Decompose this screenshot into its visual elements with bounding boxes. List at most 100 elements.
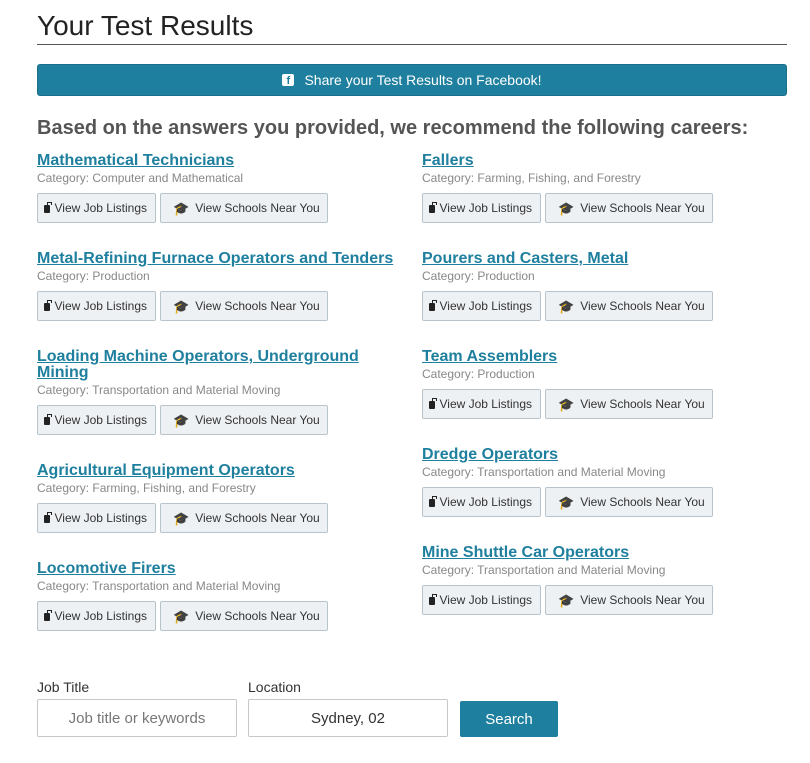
view-schools-label: View Schools Near You: [580, 299, 705, 313]
career-category: Category: Production: [422, 367, 535, 381]
view-schools-button[interactable]: 🎓 View Schools Near You: [160, 503, 328, 533]
view-schools-label: View Schools Near You: [195, 201, 320, 215]
view-schools-label: View Schools Near You: [195, 413, 320, 427]
view-job-listings-label: View Job Listings: [439, 201, 533, 215]
view-schools-label: View Schools Near You: [195, 511, 320, 525]
briefcase-icon: [44, 512, 52, 523]
view-job-listings-button[interactable]: View Job Listings: [422, 585, 541, 615]
facebook-share-label: Share your Test Results on Facebook!: [304, 72, 542, 88]
career-category: Category: Transportation and Material Mo…: [422, 563, 666, 577]
career-card: Dredge Operators Category: Transportatio…: [422, 447, 792, 517]
career-title-link[interactable]: Mine Shuttle Car Operators: [422, 545, 792, 561]
view-job-listings-label: View Job Listings: [54, 201, 148, 215]
location-label: Location: [248, 679, 301, 695]
career-category: Category: Production: [422, 269, 535, 283]
view-schools-button[interactable]: 🎓 View Schools Near You: [545, 585, 713, 615]
view-job-listings-label: View Job Listings: [54, 609, 148, 623]
briefcase-icon: [429, 202, 437, 213]
view-job-listings-label: View Job Listings: [54, 511, 148, 525]
briefcase-icon: [429, 300, 437, 311]
career-category: Category: Farming, Fishing, and Forestry: [37, 481, 256, 495]
graduation-cap-icon: 🎓: [173, 412, 190, 428]
career-category: Category: Transportation and Material Mo…: [37, 579, 281, 593]
career-card: Loading Machine Operators, Underground M…: [37, 349, 397, 435]
career-card: Locomotive Firers Category: Transportati…: [37, 561, 407, 631]
view-job-listings-button[interactable]: View Job Listings: [37, 601, 156, 631]
graduation-cap-icon: 🎓: [173, 200, 190, 216]
career-title-link[interactable]: Pourers and Casters, Metal: [422, 251, 792, 267]
graduation-cap-icon: 🎓: [558, 396, 575, 412]
career-category: Category: Farming, Fishing, and Forestry: [422, 171, 641, 185]
career-card: Mathematical Technicians Category: Compu…: [37, 153, 407, 223]
view-job-listings-button[interactable]: View Job Listings: [422, 389, 541, 419]
career-category: Category: Transportation and Material Mo…: [422, 465, 666, 479]
career-card: Mine Shuttle Car Operators Category: Tra…: [422, 545, 792, 615]
view-schools-button[interactable]: 🎓 View Schools Near You: [545, 193, 713, 223]
graduation-cap-icon: 🎓: [173, 510, 190, 526]
view-schools-label: View Schools Near You: [580, 201, 705, 215]
view-job-listings-button[interactable]: View Job Listings: [37, 503, 156, 533]
career-title-link[interactable]: Team Assemblers: [422, 349, 792, 365]
page-title: Your Test Results: [37, 10, 787, 45]
career-card: Agricultural Equipment Operators Categor…: [37, 463, 407, 533]
graduation-cap-icon: 🎓: [558, 298, 575, 314]
view-schools-button[interactable]: 🎓 View Schools Near You: [545, 291, 713, 321]
briefcase-icon: [44, 610, 52, 621]
graduation-cap-icon: 🎓: [173, 608, 190, 624]
view-schools-label: View Schools Near You: [580, 397, 705, 411]
facebook-share-button[interactable]: f Share your Test Results on Facebook!: [37, 64, 787, 96]
briefcase-icon: [429, 398, 437, 409]
view-schools-label: View Schools Near You: [195, 609, 320, 623]
view-job-listings-label: View Job Listings: [54, 299, 148, 313]
career-title-link[interactable]: Dredge Operators: [422, 447, 792, 463]
job-title-label: Job Title: [37, 679, 90, 695]
career-card: Team Assemblers Category: Production Vie…: [422, 349, 792, 419]
view-schools-button[interactable]: 🎓 View Schools Near You: [160, 601, 328, 631]
career-title-link[interactable]: Metal-Refining Furnace Operators and Ten…: [37, 251, 407, 267]
facebook-icon: f: [282, 74, 295, 87]
briefcase-icon: [44, 300, 52, 311]
view-schools-label: View Schools Near You: [195, 299, 320, 313]
view-job-listings-label: View Job Listings: [439, 299, 533, 313]
view-job-listings-label: View Job Listings: [439, 397, 533, 411]
career-title-link[interactable]: Loading Machine Operators, Underground M…: [37, 349, 397, 381]
career-card: Metal-Refining Furnace Operators and Ten…: [37, 251, 407, 321]
view-schools-button[interactable]: 🎓 View Schools Near You: [160, 291, 328, 321]
job-title-input[interactable]: [37, 699, 237, 737]
graduation-cap-icon: 🎓: [173, 298, 190, 314]
view-job-listings-button[interactable]: View Job Listings: [422, 291, 541, 321]
view-job-listings-button[interactable]: View Job Listings: [37, 291, 156, 321]
briefcase-icon: [44, 414, 52, 425]
view-job-listings-button[interactable]: View Job Listings: [422, 487, 541, 517]
career-card: Fallers Category: Farming, Fishing, and …: [422, 153, 792, 223]
view-schools-button[interactable]: 🎓 View Schools Near You: [545, 389, 713, 419]
career-card: Pourers and Casters, Metal Category: Pro…: [422, 251, 792, 321]
view-schools-button[interactable]: 🎓 View Schools Near You: [160, 193, 328, 223]
location-input[interactable]: [248, 699, 448, 737]
briefcase-icon: [44, 202, 52, 213]
career-title-link[interactable]: Mathematical Technicians: [37, 153, 407, 169]
recommend-heading: Based on the answers you provided, we re…: [37, 117, 749, 139]
briefcase-icon: [429, 594, 437, 605]
view-job-listings-label: View Job Listings: [439, 495, 533, 509]
briefcase-icon: [429, 496, 437, 507]
graduation-cap-icon: 🎓: [558, 200, 575, 216]
view-schools-label: View Schools Near You: [580, 495, 705, 509]
view-job-listings-label: View Job Listings: [54, 413, 148, 427]
view-job-listings-label: View Job Listings: [439, 593, 533, 607]
graduation-cap-icon: 🎓: [558, 592, 575, 608]
view-schools-button[interactable]: 🎓 View Schools Near You: [545, 487, 713, 517]
search-button[interactable]: Search: [460, 701, 558, 737]
career-category: Category: Production: [37, 269, 150, 283]
view-schools-label: View Schools Near You: [580, 593, 705, 607]
career-title-link[interactable]: Fallers: [422, 153, 792, 169]
career-title-link[interactable]: Locomotive Firers: [37, 561, 407, 577]
graduation-cap-icon: 🎓: [558, 494, 575, 510]
view-schools-button[interactable]: 🎓 View Schools Near You: [160, 405, 328, 435]
career-category: Category: Computer and Mathematical: [37, 171, 244, 185]
career-category: Category: Transportation and Material Mo…: [37, 383, 281, 397]
career-title-link[interactable]: Agricultural Equipment Operators: [37, 463, 407, 479]
view-job-listings-button[interactable]: View Job Listings: [37, 193, 156, 223]
view-job-listings-button[interactable]: View Job Listings: [422, 193, 541, 223]
view-job-listings-button[interactable]: View Job Listings: [37, 405, 156, 435]
